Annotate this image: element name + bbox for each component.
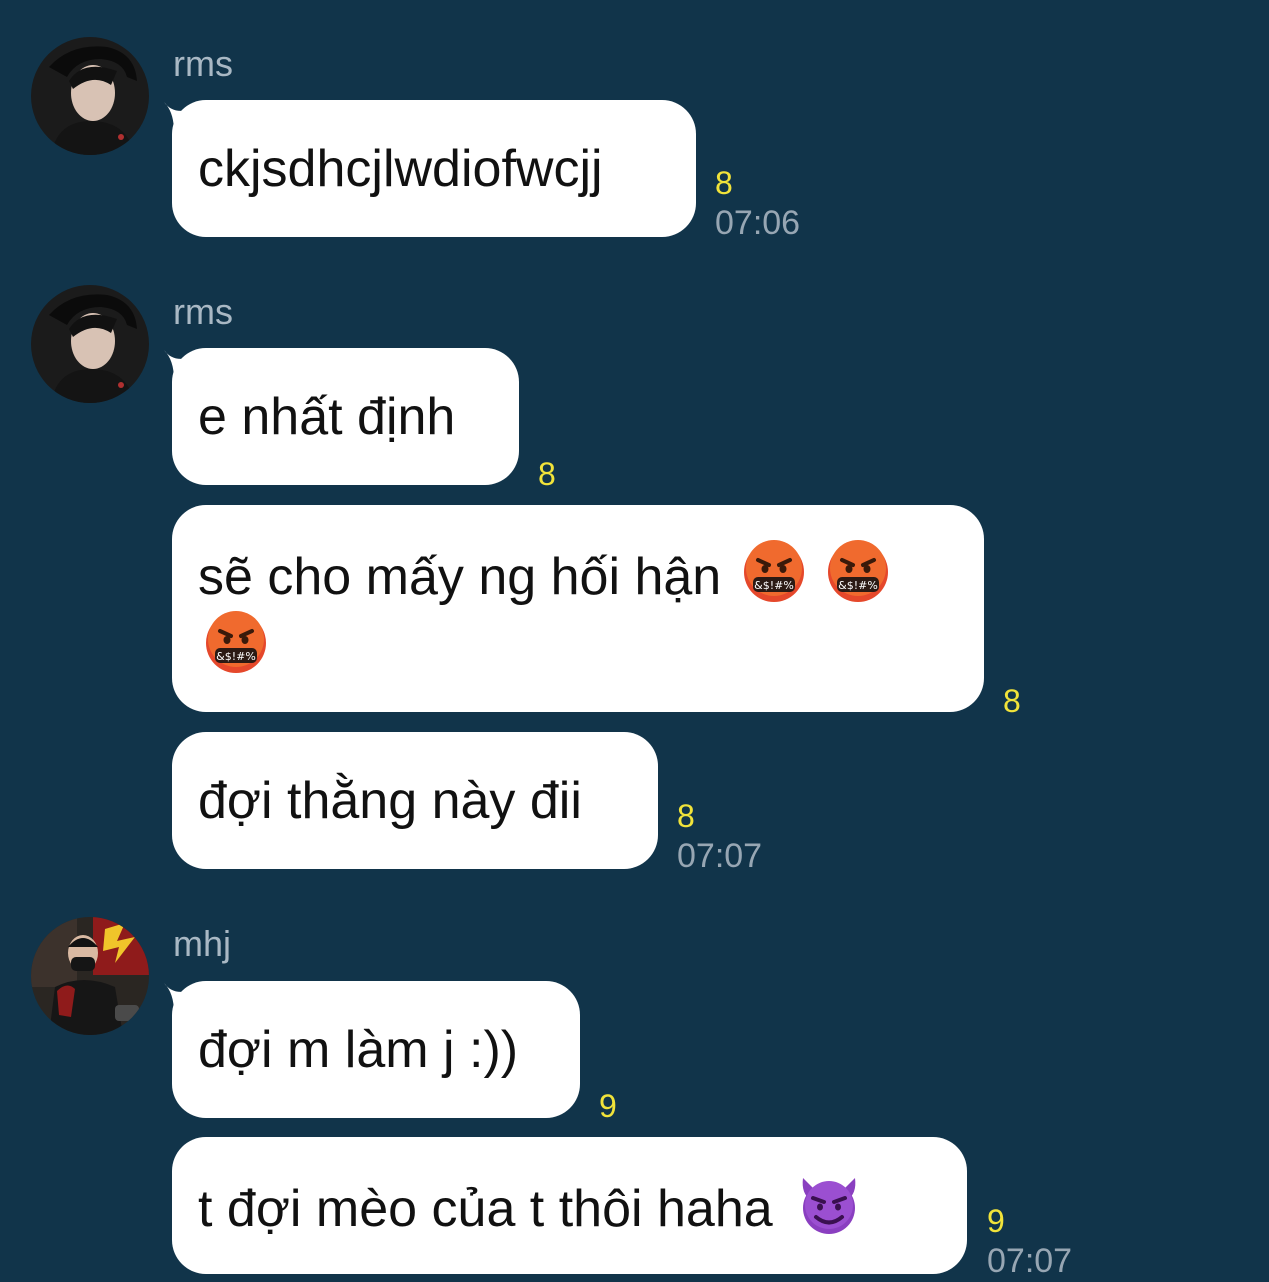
message-text: sẽ cho mấy ng hối hận bbox=[198, 548, 722, 606]
timestamp: 07:07 bbox=[677, 837, 763, 875]
avatar-mhj[interactable] bbox=[31, 917, 149, 1035]
svg-text:&$!#%: &$!#% bbox=[838, 579, 878, 592]
message-bubble[interactable]: đợi thằng này đii bbox=[172, 732, 658, 869]
read-count: 8 bbox=[677, 798, 695, 834]
read-count: 9 bbox=[599, 1088, 617, 1124]
sender-name: mhj bbox=[173, 923, 232, 964]
timestamp: 07:06 bbox=[715, 204, 801, 242]
svg-text:&$!#%: &$!#% bbox=[216, 650, 256, 663]
message-bubble[interactable]: t đợi mèo của t thôi haha bbox=[172, 1137, 967, 1274]
avatar-rms[interactable] bbox=[31, 37, 149, 155]
avatar-rms[interactable] bbox=[31, 285, 149, 403]
message-bubble[interactable]: e nhất định bbox=[172, 348, 519, 485]
face-with-symbols-on-mouth-icon: &$!#% bbox=[742, 540, 806, 604]
read-count: 9 bbox=[987, 1203, 1005, 1239]
svg-text:&$!#%: &$!#% bbox=[754, 579, 794, 592]
read-count: 8 bbox=[538, 456, 556, 492]
message-bubble[interactable]: đợi m làm j :)) bbox=[172, 981, 580, 1118]
read-count: 8 bbox=[715, 165, 733, 201]
face-with-symbols-on-mouth-icon: &$!#% bbox=[204, 611, 268, 675]
sender-name: rms bbox=[173, 291, 233, 332]
timestamp: 07:07 bbox=[987, 1242, 1073, 1280]
message-text: ckjsdhcjlwdiofwcjj bbox=[198, 140, 603, 198]
face-with-symbols-on-mouth-icon: &$!#% bbox=[826, 540, 890, 604]
message-text: đợi thằng này đii bbox=[198, 772, 582, 830]
message-text: đợi m làm j :)) bbox=[198, 1021, 519, 1079]
message-text: e nhất định bbox=[198, 388, 456, 446]
read-count: 8 bbox=[1003, 683, 1021, 719]
message-text: t đợi mèo của t thôi haha bbox=[198, 1180, 773, 1238]
message-bubble[interactable]: ckjsdhcjlwdiofwcjj bbox=[172, 100, 696, 237]
sender-name: rms bbox=[173, 43, 233, 84]
smiling-face-with-horns-icon bbox=[793, 1172, 865, 1236]
message-bubble[interactable]: sẽ cho mấy ng hối hận &$!#% &$!#% &$!#% bbox=[172, 505, 984, 712]
